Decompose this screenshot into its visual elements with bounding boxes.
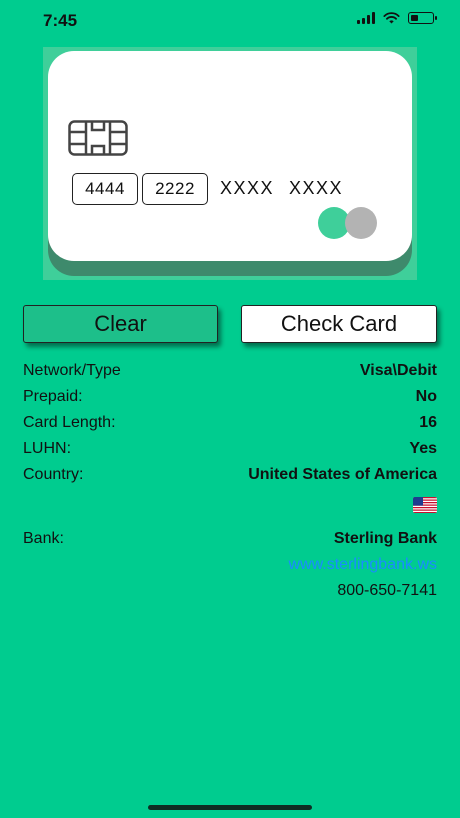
signal-icon <box>357 12 375 24</box>
wifi-icon <box>383 12 400 24</box>
info-row-network: Network/Type Visa\Debit <box>23 362 437 384</box>
card-length-label: Card Length: <box>23 414 116 431</box>
check-card-button[interactable]: Check Card <box>241 305 437 343</box>
bank-website-link[interactable]: www.sterlingbank.ws <box>289 556 438 574</box>
card-number-group-4[interactable]: XXXX <box>289 178 343 199</box>
home-indicator[interactable] <box>148 805 312 810</box>
clear-button[interactable]: Clear <box>23 305 218 343</box>
card-number-group-3[interactable]: XXXX <box>220 178 274 199</box>
bank-phone[interactable]: 800-650-7141 <box>337 582 437 600</box>
info-row-luhn: LUHN: Yes <box>23 440 437 462</box>
prepaid-value: No <box>415 388 437 405</box>
status-time: 7:45 <box>43 11 78 30</box>
luhn-label: LUHN: <box>23 440 72 457</box>
info-row-bank: Bank: Sterling Bank <box>23 530 437 552</box>
card-number-group-2[interactable]: 2222 <box>142 173 208 205</box>
us-flag-icon <box>413 497 437 513</box>
card-length-value: 16 <box>419 414 437 431</box>
network-value: Visa\Debit <box>359 362 437 379</box>
network-label: Network/Type <box>23 362 121 379</box>
info-row-prepaid: Prepaid: No <box>23 388 437 410</box>
card-number-group-1[interactable]: 4444 <box>72 173 138 205</box>
status-bar: 7:45 <box>0 0 460 40</box>
battery-icon <box>408 12 437 24</box>
luhn-value: Yes <box>409 440 437 457</box>
country-value: United States of America <box>248 466 437 483</box>
chip-icon <box>68 120 128 156</box>
credit-card: 4444 2222 XXXX XXXX <box>48 51 412 261</box>
info-row-length: Card Length: 16 <box>23 414 437 436</box>
bank-value: Sterling Bank <box>333 530 437 547</box>
card-brand-logo-right <box>345 207 377 239</box>
country-label: Country: <box>23 466 84 483</box>
status-icons <box>357 12 437 24</box>
info-row-country: Country: United States of America <box>23 466 437 488</box>
prepaid-label: Prepaid: <box>23 388 83 405</box>
bank-label: Bank: <box>23 530 64 547</box>
